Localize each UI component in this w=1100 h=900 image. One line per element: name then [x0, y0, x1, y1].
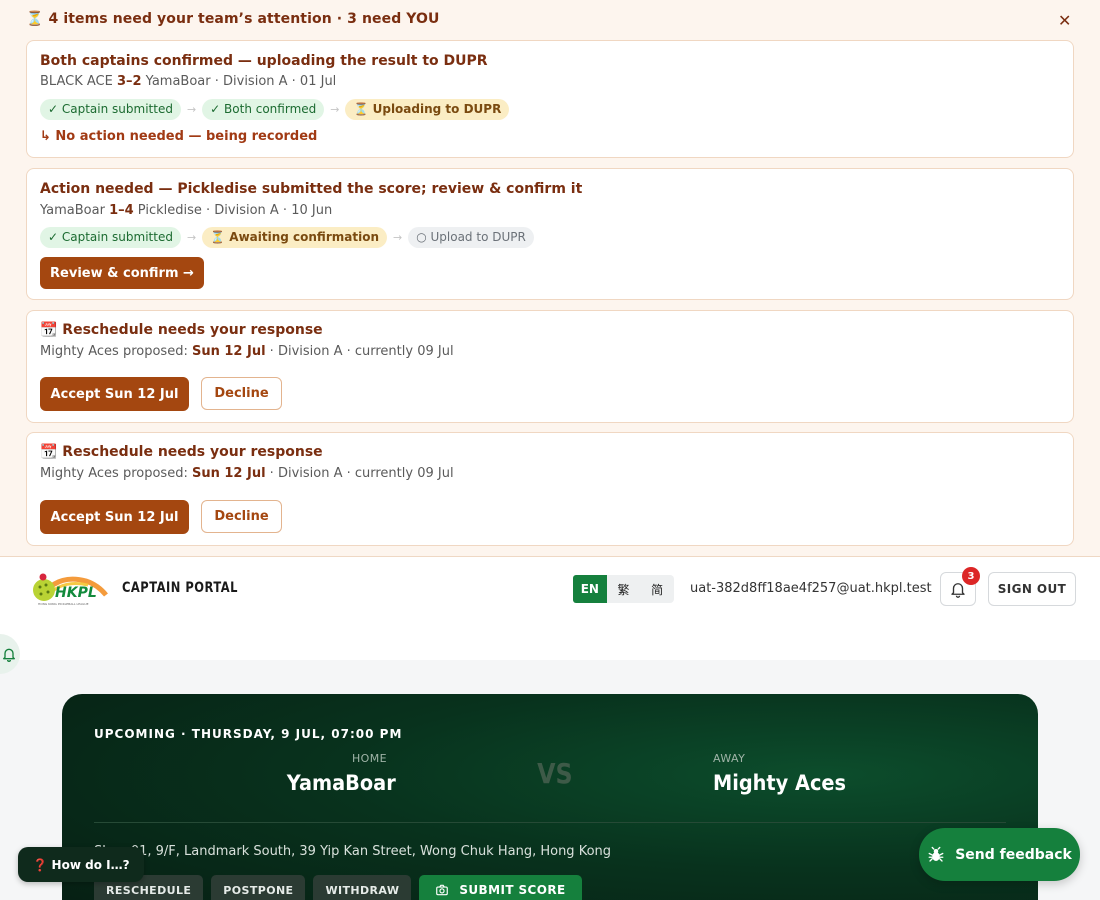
accept-reschedule-button[interactable]: Accept Sun 12 Jul — [40, 500, 189, 534]
send-feedback-button[interactable]: Send feedback — [919, 828, 1080, 881]
vs-label: VS — [537, 757, 573, 790]
attention-card-reschedule: 📆 Reschedule needs your response Mighty … — [26, 432, 1074, 546]
portal-name: CAPTAIN PORTAL — [122, 580, 238, 596]
svg-text:HKPL: HKPL — [55, 585, 97, 601]
send-feedback-label: Send feedback — [955, 846, 1072, 863]
away-label: AWAY — [713, 752, 746, 765]
accept-reschedule-button[interactable]: Accept Sun 12 Jul — [40, 377, 189, 411]
arrow-icon: → — [330, 102, 340, 116]
card-title: 📆 Reschedule needs your response — [40, 322, 323, 338]
bug-icon — [928, 846, 944, 862]
step-chip-uploading: ⏳ Uploading to DUPR — [345, 98, 510, 120]
card-note: ↳ No action needed — being recorded — [40, 129, 318, 144]
svg-text:HONG KONG PICKLEBALL LEAGUE: HONG KONG PICKLEBALL LEAGUE — [38, 602, 89, 606]
bell-icon — [3, 648, 15, 662]
upcoming-match-card: UPCOMING · THURSDAY, 9 JUL, 07:00 PM HOM… — [62, 694, 1038, 900]
card-title: Action needed — Pickledise submitted the… — [40, 181, 583, 197]
language-switcher: EN 繁 简 — [573, 575, 674, 603]
arrow-icon: → — [186, 102, 197, 116]
venue-address: Shop 01, 9/F, Landmark South, 39 Yip Kan… — [94, 844, 612, 859]
away-team-name: Mighty Aces — [713, 771, 846, 795]
sign-out-button[interactable]: SIGN OUT — [988, 572, 1076, 606]
step-chip-captain-submitted: ✓ Captain submitted — [40, 226, 181, 248]
attention-card-reschedule: 📆 Reschedule needs your response Mighty … — [26, 310, 1074, 423]
step-chip-both-confirmed: ✓ Both confirmed — [202, 98, 325, 120]
step-chip-awaiting-confirmation: ⏳ Awaiting confirmation — [202, 226, 387, 248]
divider — [94, 822, 1006, 823]
help-button[interactable]: ❓ How do I…? — [18, 847, 144, 882]
arrow-icon: → — [393, 230, 403, 244]
banner-heading: ⏳ 4 items need your team’s attention · 3… — [26, 11, 440, 27]
lang-en[interactable]: EN — [573, 575, 607, 603]
match-actions: RESCHEDULE POSTPONE WITHDRAW SUBMIT SCOR… — [94, 875, 590, 900]
submit-score-button[interactable]: SUBMIT SCORE — [419, 875, 582, 900]
withdraw-button[interactable]: WITHDRAW — [313, 875, 412, 900]
postpone-button[interactable]: POSTPONE — [211, 875, 306, 900]
attention-card-confirm-score: Action needed — Pickledise submitted the… — [26, 168, 1074, 300]
close-icon[interactable]: ✕ — [1058, 11, 1071, 30]
lang-zh-hant[interactable]: 繁 — [607, 575, 641, 603]
card-match-info: YamaBoar 1–4 Pickledise · Division A · 1… — [40, 203, 333, 218]
status-steps: ✓ Captain submitted → ✓ Both confirmed →… — [40, 98, 510, 120]
user-email: uat-382d8ff18ae4f257@uat.hkpl.test — [690, 581, 932, 596]
card-match-info: Mighty Aces proposed: Sun 12 Jul · Divis… — [40, 344, 454, 359]
step-chip-upload-dupr: ○ Upload to DUPR — [408, 226, 534, 248]
app-header: HKPL HONG KONG PICKLEBALL LEAGUE CAPTAIN… — [0, 557, 1100, 660]
match-date: UPCOMING · THURSDAY, 9 JUL, 07:00 PM — [94, 727, 403, 741]
card-title: Both captains confirmed — uploading the … — [40, 53, 488, 69]
card-title: 📆 Reschedule needs your response — [40, 444, 323, 460]
decline-reschedule-button[interactable]: Decline — [201, 377, 282, 410]
home-label: HOME — [352, 752, 387, 765]
camera-icon — [436, 884, 449, 896]
card-match-info: BLACK ACE 3–2 YamaBoar · Division A · 01… — [40, 74, 337, 89]
attention-banner: ⏳ 4 items need your team’s attention · 3… — [0, 0, 1100, 557]
card-match-info: Mighty Aces proposed: Sun 12 Jul · Divis… — [40, 466, 454, 481]
status-steps: ✓ Captain submitted → ⏳ Awaiting confirm… — [40, 226, 534, 248]
lang-zh-hans[interactable]: 简 — [640, 575, 674, 603]
arrow-icon: → — [186, 230, 197, 244]
hkpl-logo[interactable]: HKPL HONG KONG PICKLEBALL LEAGUE — [26, 571, 110, 607]
notification-count-badge: 3 — [962, 567, 980, 585]
review-confirm-button[interactable]: Review & confirm → — [40, 257, 204, 289]
step-chip-captain-submitted: ✓ Captain submitted — [40, 98, 181, 120]
attention-card-dupr-upload: Both captains confirmed — uploading the … — [26, 40, 1074, 158]
submit-score-label: SUBMIT SCORE — [459, 883, 566, 897]
decline-reschedule-button[interactable]: Decline — [201, 500, 282, 533]
home-team-name: YamaBoar — [286, 771, 396, 795]
